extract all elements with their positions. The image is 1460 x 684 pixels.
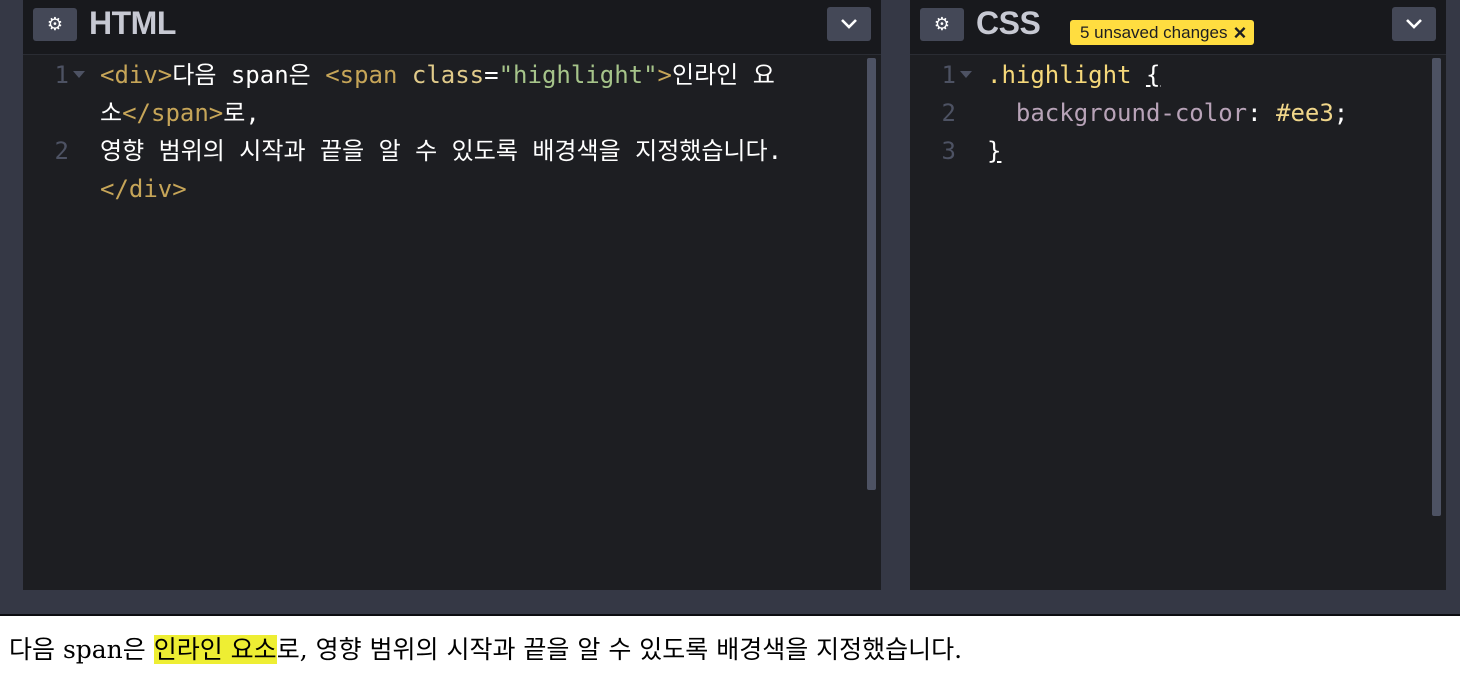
code-text: <div>다음 span은 <span class="highlight">인라…: [100, 56, 775, 94]
css-settings-button[interactable]: ⚙: [920, 8, 964, 41]
html-attr: class: [397, 61, 485, 89]
preview-text-after: 로, 영향 범위의 시작과 끝을 알 수 있도록 배경색을 지정했습니다.: [276, 635, 963, 664]
line-number: 2: [54, 137, 69, 165]
css-property: background-color: [1015, 99, 1248, 127]
editor-area: ⚙ HTML 1 <div>다음 span은 <span class="high…: [0, 0, 1460, 616]
html-panel-menu-button[interactable]: [827, 7, 871, 41]
highlighted-span: 인라인 요소: [153, 635, 277, 664]
code-text: .highlight {: [987, 56, 1160, 94]
css-value: #ee3: [1276, 99, 1334, 127]
html-text: 로,: [223, 99, 260, 127]
preview-text: 다음 span은 인라인 요소로, 영향 범위의 시작과 끝을 알 수 있도록 …: [9, 630, 962, 666]
html-tag: <span: [325, 61, 398, 89]
html-panel-header: ⚙ HTML: [23, 0, 881, 55]
fold-arrow-icon[interactable]: [73, 71, 85, 78]
code-line: 1 <div>다음 span은 <span class="highlight">…: [23, 56, 881, 94]
code-text: 소</span>로,: [100, 94, 260, 132]
html-panel-title: HTML: [89, 5, 176, 41]
line-number: 2: [941, 99, 956, 127]
html-tag: <div>: [100, 61, 173, 89]
css-selector: .highlight: [987, 61, 1132, 89]
code-line: 2 background-color: #ee3;: [910, 94, 1446, 132]
code-line: </div>: [23, 170, 881, 208]
code-line: 1 .highlight {: [910, 56, 1446, 94]
chevron-down-icon: [841, 19, 857, 29]
preview-text-before: 다음 span은: [9, 635, 154, 664]
line-number: 3: [941, 137, 956, 165]
css-colon: :: [1247, 99, 1276, 127]
code-line: 2 영향 범위의 시작과 끝을 알 수 있도록 배경색을 지정했습니다.: [23, 132, 881, 170]
close-icon[interactable]: ×: [1233, 21, 1246, 44]
line-number: 1: [54, 61, 69, 89]
html-text: 소: [100, 99, 123, 127]
html-text: 다음 span은: [172, 61, 326, 89]
html-scrollbar[interactable]: [867, 58, 876, 490]
gear-icon: ⚙: [933, 14, 951, 35]
html-tag: >: [657, 61, 672, 89]
code-text: 영향 범위의 시작과 끝을 알 수 있도록 배경색을 지정했습니다.: [100, 137, 783, 165]
line-number: 1: [941, 61, 956, 89]
chevron-down-icon: [1406, 19, 1422, 29]
html-editor-panel: ⚙ HTML 1 <div>다음 span은 <span class="high…: [23, 0, 881, 590]
css-semicolon: ;: [1333, 99, 1349, 127]
css-code-editor[interactable]: 1 .highlight { 2 background-color: #ee3;…: [910, 56, 1446, 590]
html-tag: </span>: [122, 99, 224, 127]
html-code-editor[interactable]: 1 <div>다음 span은 <span class="highlight">…: [23, 56, 881, 590]
html-string: "highlight": [498, 61, 658, 89]
code-text: </div>: [100, 175, 187, 203]
css-scrollbar[interactable]: [1432, 58, 1441, 516]
code-line: 소</span>로,: [23, 94, 881, 132]
html-settings-button[interactable]: ⚙: [33, 8, 77, 41]
css-editor-panel: ⚙ CSS 5 unsaved changes × 1 .highlight {…: [910, 0, 1446, 590]
badge-label: 5 unsaved changes: [1080, 22, 1228, 42]
gear-icon: ⚙: [46, 14, 64, 35]
css-panel-menu-button[interactable]: [1392, 7, 1436, 41]
html-text: 인라인 요: [672, 61, 775, 89]
html-eq: =: [484, 61, 499, 89]
unsaved-changes-badge[interactable]: 5 unsaved changes ×: [1070, 20, 1255, 45]
css-brace: {: [1145, 61, 1161, 89]
css-panel-title: CSS: [976, 5, 1041, 41]
result-preview: 다음 span은 인라인 요소로, 영향 범위의 시작과 끝을 알 수 있도록 …: [0, 616, 1460, 684]
code-text: }: [987, 137, 1002, 165]
js-panel-edge[interactable]: [1449, 8, 1460, 38]
fold-arrow-icon[interactable]: [960, 71, 972, 78]
css-panel-header: ⚙ CSS 5 unsaved changes ×: [910, 0, 1446, 55]
code-line: 3 }: [910, 132, 1446, 170]
code-text: background-color: #ee3;: [987, 94, 1348, 132]
